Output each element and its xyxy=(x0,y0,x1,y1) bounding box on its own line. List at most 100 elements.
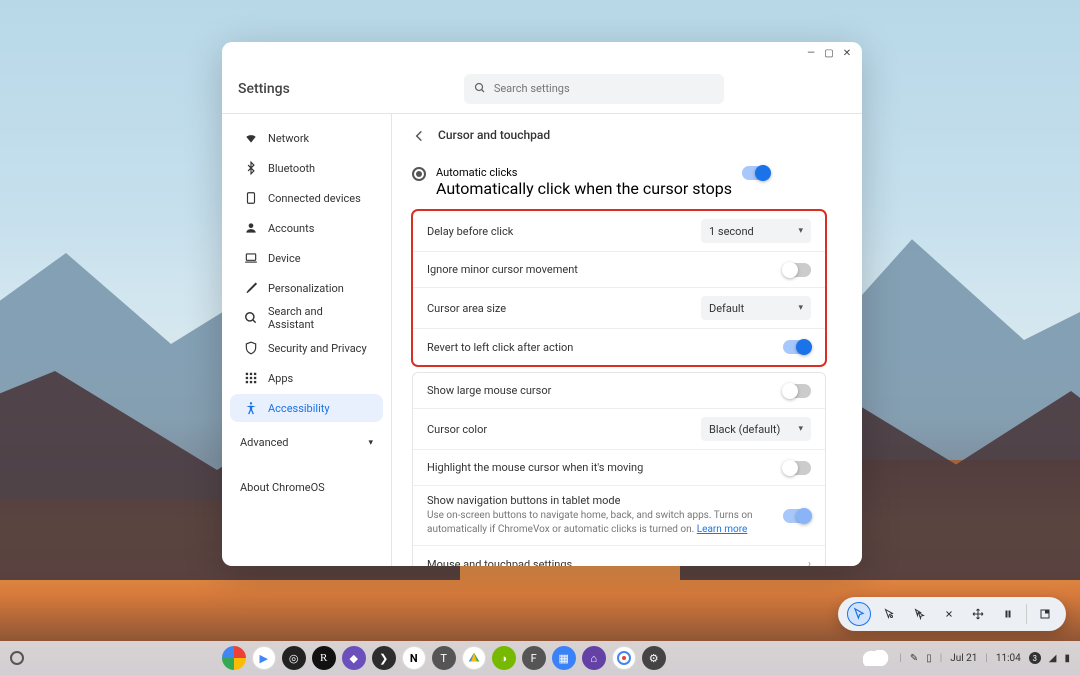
ignore-movement-toggle[interactable] xyxy=(783,263,811,277)
app-terminal-2[interactable]: ❯ xyxy=(372,646,396,670)
settings-window: — ▢ ✕ Settings Network Bluetooth Connect… xyxy=(222,42,862,566)
nav-buttons-label: Show navigation buttons in tablet mode xyxy=(427,494,773,507)
sidebar-item-accounts[interactable]: Accounts xyxy=(230,214,383,242)
nav-buttons-toggle[interactable] xyxy=(783,509,811,523)
app-notion[interactable]: N xyxy=(402,646,426,670)
sidebar-item-label: Apps xyxy=(268,372,293,385)
minimize-button[interactable]: — xyxy=(806,48,816,58)
phone-hub-icon[interactable]: ▯ xyxy=(926,653,932,664)
autoclick-position[interactable] xyxy=(1033,602,1057,626)
app-obsidian[interactable]: ◆ xyxy=(342,646,366,670)
wifi-tray-icon: ◢ xyxy=(1049,653,1057,664)
app-blue[interactable]: ▦ xyxy=(552,646,576,670)
main-panel: Cursor and touchpad Automatic clicks Aut… xyxy=(392,114,862,566)
maximize-button[interactable]: ▢ xyxy=(824,48,834,58)
automatic-clicks-row[interactable]: Automatic clicks Automatically click whe… xyxy=(412,156,826,204)
sidebar-item-label: Network xyxy=(268,132,309,145)
laptop-icon xyxy=(244,251,258,265)
shelf-apps: ▶ ◎ R ◆ ❯ N T ◑ F ▦ ⌂ ⚙ xyxy=(32,646,855,670)
app-title: Settings xyxy=(238,81,290,97)
advanced-label: Advanced xyxy=(240,436,288,449)
nav-buttons-desc: Use on-screen buttons to navigate home, … xyxy=(427,509,773,537)
search-bar[interactable] xyxy=(464,74,724,104)
app-twitch[interactable]: ⌂ xyxy=(582,646,606,670)
automatic-clicks-desc: Automatically click when the cursor stop… xyxy=(436,179,732,198)
sidebar-item-apps[interactable]: Apps xyxy=(230,364,383,392)
automatic-clicks-label: Automatic clicks xyxy=(436,166,732,179)
learn-more-link[interactable]: Learn more xyxy=(697,524,748,535)
cursor-options: Show large mouse cursor Cursor color Bla… xyxy=(412,372,826,566)
sidebar-item-bluetooth[interactable]: Bluetooth xyxy=(230,154,383,182)
autoclick-double-click[interactable] xyxy=(907,602,931,626)
sidebar-item-security-privacy[interactable]: Security and Privacy xyxy=(230,334,383,362)
cursor-color-select[interactable]: Black (default) ▾ xyxy=(701,417,811,441)
autoclick-scroll[interactable] xyxy=(966,602,990,626)
app-play-store[interactable]: ▶ xyxy=(252,646,276,670)
delay-label: Delay before click xyxy=(427,225,691,238)
autoclick-pause[interactable] xyxy=(996,602,1020,626)
search-icon xyxy=(474,79,486,98)
sidebar-item-search-assistant[interactable]: Search and Assistant xyxy=(230,304,383,332)
accessibility-icon xyxy=(244,401,258,415)
sidebar-item-device[interactable]: Device xyxy=(230,244,383,272)
tray-time: 11:04 xyxy=(996,653,1021,664)
app-settings[interactable]: ⚙ xyxy=(642,646,666,670)
apps-icon xyxy=(244,371,258,385)
app-nvidia[interactable]: ◑ xyxy=(492,646,516,670)
cursor-area-select[interactable]: Default ▾ xyxy=(701,296,811,320)
app-files[interactable] xyxy=(462,646,486,670)
ignore-movement-label: Ignore minor cursor movement xyxy=(427,263,773,276)
automatic-clicks-options: Delay before click 1 second ▾ Ignore min… xyxy=(412,210,826,366)
mouse-touchpad-label: Mouse and touchpad settings xyxy=(427,558,798,567)
close-button[interactable]: ✕ xyxy=(842,48,852,58)
chevron-right-icon: › xyxy=(808,559,811,567)
chevron-down-icon: ▾ xyxy=(798,424,803,434)
chevron-down-icon: ▾ xyxy=(798,303,803,313)
sidebar-item-connected-devices[interactable]: Connected devices xyxy=(230,184,383,212)
autoclick-left-click[interactable] xyxy=(847,602,871,626)
app-chrome-canary[interactable] xyxy=(612,646,636,670)
sidebar-item-label: Device xyxy=(268,252,301,265)
autoclick-right-click[interactable] xyxy=(877,602,901,626)
page-title: Cursor and touchpad xyxy=(438,128,550,142)
autoclick-drag[interactable] xyxy=(937,602,961,626)
revert-left-click-toggle[interactable] xyxy=(783,340,811,354)
highlight-cursor-toggle[interactable] xyxy=(783,461,811,475)
sidebar-item-label: Accounts xyxy=(268,222,314,235)
tray-date: Jul 21 xyxy=(950,653,977,664)
search-icon xyxy=(244,311,258,325)
back-button[interactable] xyxy=(412,128,426,142)
cursor-color-value: Black (default) xyxy=(709,423,780,436)
app-r[interactable]: R xyxy=(312,646,336,670)
autoclick-toolbar xyxy=(838,597,1066,631)
titlebar: — ▢ ✕ xyxy=(222,42,862,64)
sidebar: Network Bluetooth Connected devices Acco… xyxy=(222,114,392,566)
app-chrome[interactable] xyxy=(222,646,246,670)
automatic-clicks-toggle[interactable] xyxy=(742,166,770,180)
header: Settings xyxy=(222,64,862,114)
notification-badge[interactable]: 3 xyxy=(1029,652,1041,664)
chevron-down-icon: ▾ xyxy=(368,438,373,448)
sidebar-item-personalization[interactable]: Personalization xyxy=(230,274,383,302)
sidebar-advanced[interactable]: Advanced ▾ xyxy=(222,428,391,457)
sidebar-item-label: Accessibility xyxy=(268,402,330,415)
app-f[interactable]: F xyxy=(522,646,546,670)
sidebar-item-label: Security and Privacy xyxy=(268,342,367,355)
cursor-area-label: Cursor area size xyxy=(427,302,691,315)
large-cursor-toggle[interactable] xyxy=(783,384,811,398)
sidebar-item-network[interactable]: Network xyxy=(230,124,383,152)
sidebar-item-accessibility[interactable]: Accessibility xyxy=(230,394,383,422)
app-terminal-1[interactable]: ◎ xyxy=(282,646,306,670)
mouse-touchpad-row[interactable]: Mouse and touchpad settings › xyxy=(413,546,825,566)
system-tray[interactable]: | ✎ ▯ | Jul 21 | 11:04 3 ◢ ▮ xyxy=(863,650,1070,666)
delay-select[interactable]: 1 second ▾ xyxy=(701,219,811,243)
stylus-icon[interactable]: ✎ xyxy=(910,653,918,664)
search-input[interactable] xyxy=(494,82,714,95)
sidebar-item-label: Connected devices xyxy=(268,192,361,205)
sidebar-about[interactable]: About ChromeOS xyxy=(222,473,391,502)
app-t[interactable]: T xyxy=(432,646,456,670)
launcher-button[interactable] xyxy=(10,651,24,665)
radio-selected-icon xyxy=(412,167,426,181)
brush-icon xyxy=(244,281,258,295)
battery-tray-icon: ▮ xyxy=(1064,653,1070,664)
